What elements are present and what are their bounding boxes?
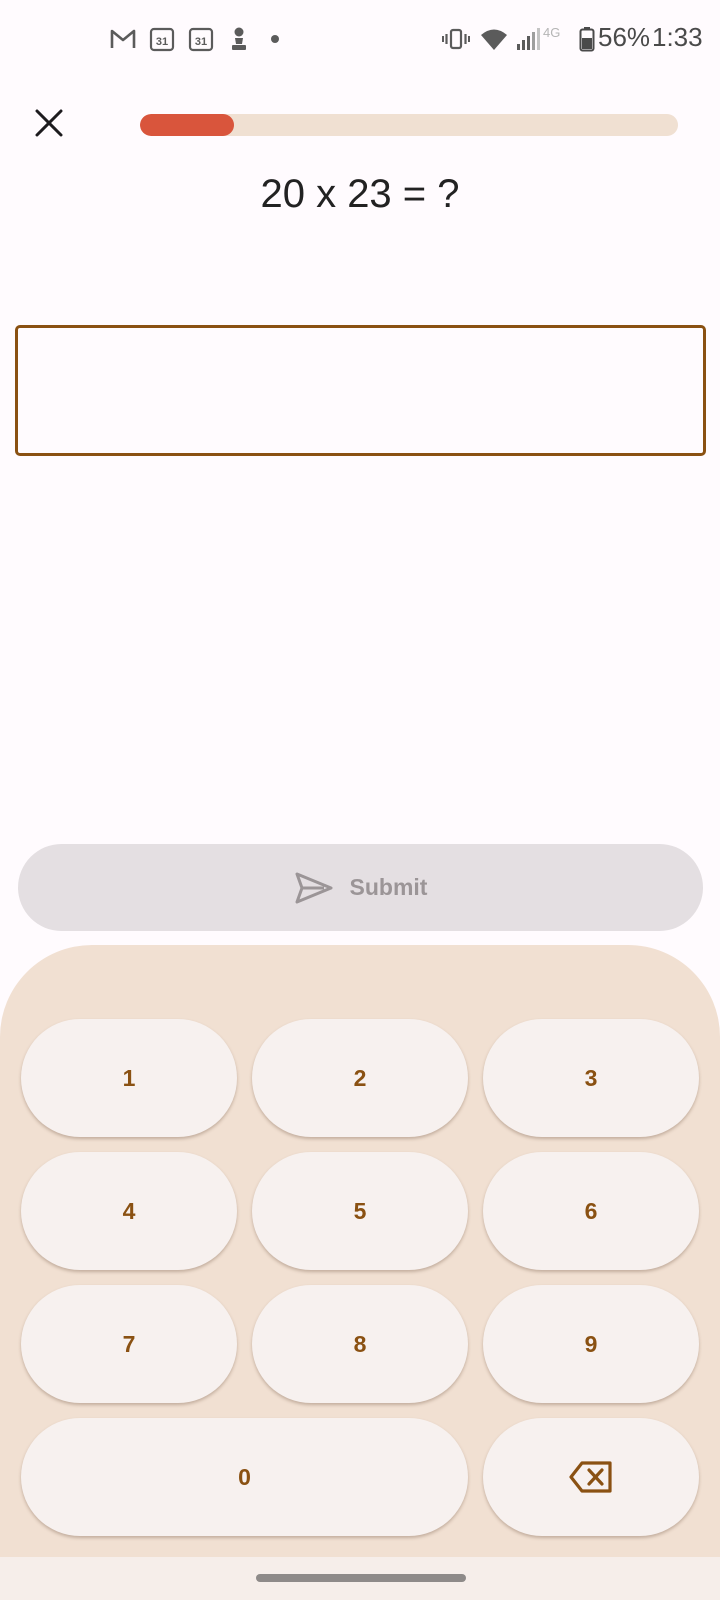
battery-percent: 56%: [598, 22, 651, 52]
home-gesture-handle[interactable]: [256, 1574, 466, 1582]
dot-icon: [269, 24, 281, 54]
send-icon: [295, 872, 333, 903]
key-4[interactable]: 4: [21, 1152, 237, 1270]
submit-label: Submit: [349, 874, 428, 900]
key-8[interactable]: 8: [252, 1285, 468, 1403]
key-0[interactable]: 0: [21, 1418, 468, 1536]
svg-text:31: 31: [195, 36, 207, 48]
chess-pawn-icon: [228, 24, 250, 54]
clock: 1:33: [652, 22, 703, 52]
wifi-icon: [479, 24, 509, 54]
vibrate-icon: [442, 24, 470, 54]
answer-input[interactable]: [15, 325, 706, 456]
key-7[interactable]: 7: [21, 1285, 237, 1403]
key-2[interactable]: 2: [252, 1019, 468, 1137]
svg-text:31: 31: [156, 36, 168, 48]
question-text: 20 x 23 = ?: [260, 172, 460, 216]
signal-icon: [515, 24, 543, 54]
key-9[interactable]: 9: [483, 1285, 699, 1403]
key-5[interactable]: 5: [252, 1152, 468, 1270]
submit-button[interactable]: Submit: [18, 844, 703, 931]
quiz-screen: 31 31 4G 56% 1:33 20 x 23 = ? Submit 1 2…: [0, 0, 720, 1600]
battery-icon: [578, 24, 596, 54]
key-3[interactable]: 3: [483, 1019, 699, 1137]
number-keypad: 1 2 3 4 5 6 7 8 9 0: [0, 945, 720, 1557]
quiz-progress-bar: [140, 114, 678, 136]
calendar-icon: 31: [188, 24, 214, 54]
key-1[interactable]: 1: [21, 1019, 237, 1137]
gmail-icon: [109, 24, 137, 54]
close-button[interactable]: [26, 100, 72, 146]
close-icon: [35, 109, 63, 137]
key-6[interactable]: 6: [483, 1152, 699, 1270]
quiz-progress-fill: [140, 114, 235, 136]
status-bar: 31 31 4G 56% 1:33: [0, 0, 720, 78]
calendar-icon: 31: [149, 24, 175, 54]
backspace-button[interactable]: [483, 1418, 699, 1536]
backspace-icon: [569, 1461, 612, 1493]
network-type-label: 4G: [543, 25, 561, 40]
